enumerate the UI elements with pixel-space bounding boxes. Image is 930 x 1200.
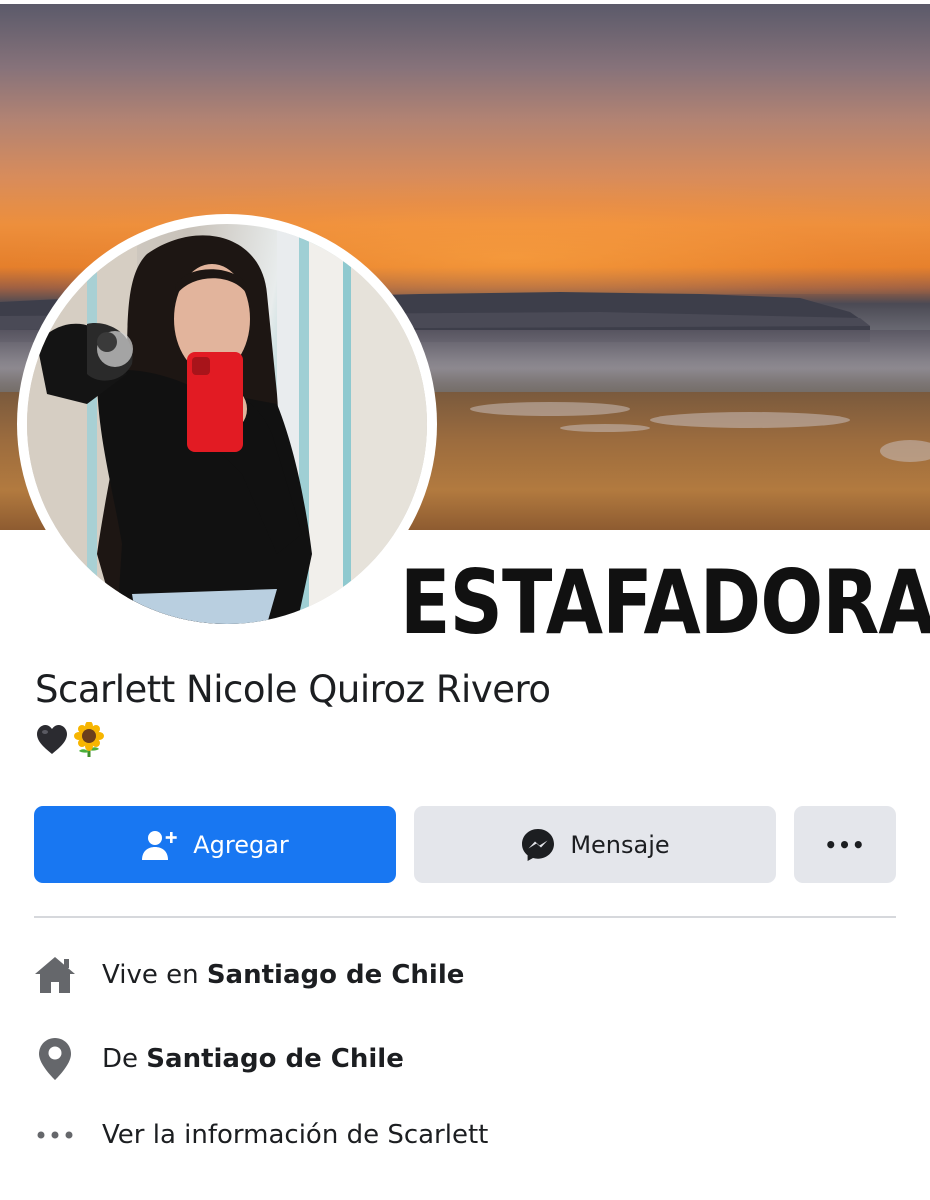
location-pin-icon — [34, 1037, 76, 1081]
more-dots-icon — [34, 1130, 76, 1140]
profile-picture[interactable] — [27, 224, 427, 624]
add-friend-button[interactable]: Agregar — [34, 806, 396, 883]
lives-in-prefix: Vive en — [102, 960, 199, 990]
add-friend-label: Agregar — [193, 830, 289, 859]
more-icon: ••• — [824, 832, 866, 857]
profile-name: Scarlett Nicole Quiroz Rivero — [35, 668, 551, 711]
profile-photo-image — [27, 224, 427, 624]
intro-lives-in[interactable]: Vive en Santiago de Chile — [34, 955, 464, 995]
see-info-link[interactable]: Ver la información de Scarlett — [102, 1120, 488, 1150]
from-city[interactable]: Santiago de Chile — [146, 1044, 404, 1074]
from-prefix: De — [102, 1044, 139, 1074]
intro-from[interactable]: De Santiago de Chile — [34, 1037, 404, 1081]
profile-bio — [35, 722, 107, 758]
lives-in-city[interactable]: Santiago de Chile — [207, 960, 465, 990]
scam-warning-overlay: ESTAFADORA — [400, 551, 930, 654]
home-icon — [34, 955, 76, 995]
message-button[interactable]: Mensaje — [414, 806, 776, 883]
more-options-button[interactable]: ••• — [794, 806, 896, 883]
black-heart-emoji — [37, 725, 67, 754]
sunflower-emoji — [74, 722, 104, 757]
add-friend-icon — [141, 829, 179, 861]
messenger-icon — [520, 827, 556, 863]
message-label: Mensaje — [570, 830, 670, 859]
section-divider — [34, 916, 896, 918]
intro-see-info[interactable]: Ver la información de Scarlett — [34, 1120, 488, 1150]
